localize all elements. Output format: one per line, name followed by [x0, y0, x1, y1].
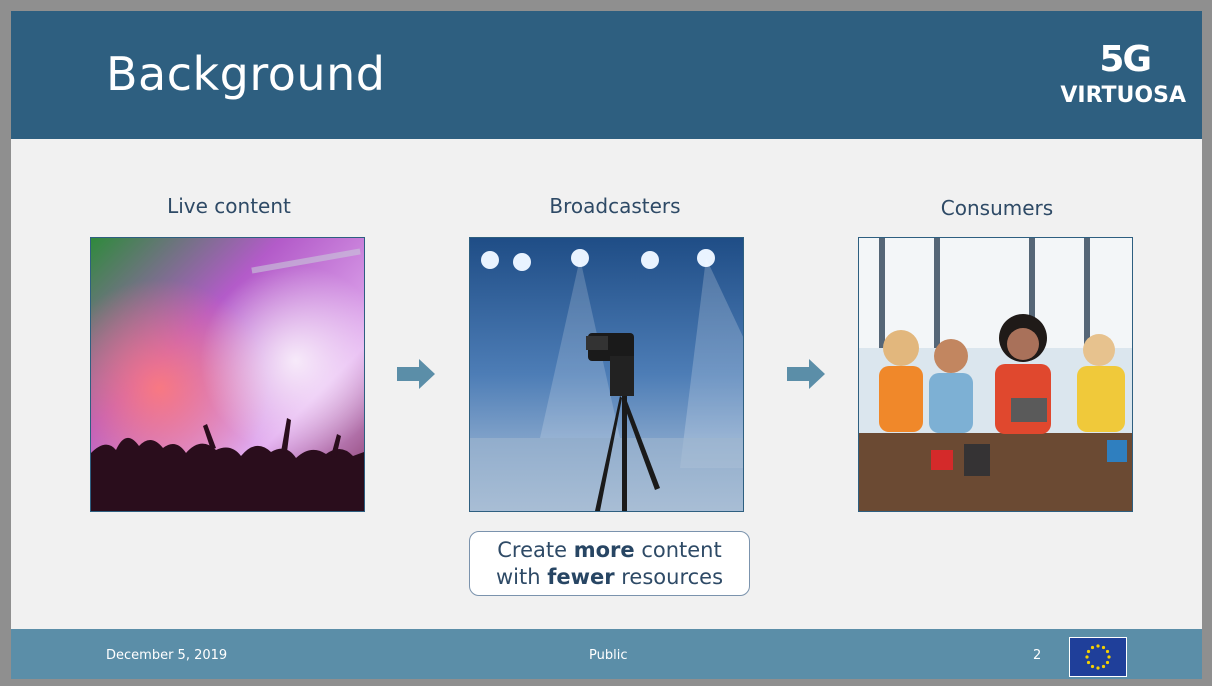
logo-virtuosa-text: VIRTUOSA	[1060, 83, 1186, 108]
arrow-right-icon	[397, 359, 437, 389]
slide-header: Background 5G VIRTUOSA	[11, 11, 1202, 139]
tagline-emphasis-fewer: fewer	[547, 565, 615, 589]
slide-footer: December 5, 2019 Public 2	[11, 629, 1202, 679]
image-video-camera	[469, 237, 744, 512]
tagline-emphasis-more: more	[573, 538, 635, 562]
tagline-line-1: Create more content	[470, 537, 749, 564]
tagline-text: resources	[614, 565, 724, 589]
label-consumers: Consumers	[940, 196, 1054, 220]
footer-date: December 5, 2019	[106, 648, 228, 663]
arrow-right-icon	[787, 359, 827, 389]
footer-page-number: 2	[1033, 648, 1042, 663]
tagline-text: with	[495, 565, 548, 589]
label-live-content: Live content	[167, 194, 291, 218]
tagline-text: content	[634, 538, 722, 562]
tagline-line-2: with fewer resources	[470, 564, 749, 591]
eu-flag-icon	[1069, 637, 1127, 677]
5g-virtuosa-logo: 5G VIRTUOSA	[1046, 39, 1186, 109]
tagline-text: Create	[497, 538, 574, 562]
label-broadcasters: Broadcasters	[549, 194, 681, 218]
tagline-box: Create more content with fewer resources	[469, 531, 750, 596]
slide-title: Background	[106, 47, 386, 101]
image-consumers	[858, 237, 1133, 512]
logo-5g-text: 5G	[1099, 39, 1152, 80]
slide: Background 5G VIRTUOSA Live content Broa…	[11, 11, 1202, 679]
image-concert-crowd	[90, 237, 365, 512]
footer-classification: Public	[589, 648, 628, 663]
